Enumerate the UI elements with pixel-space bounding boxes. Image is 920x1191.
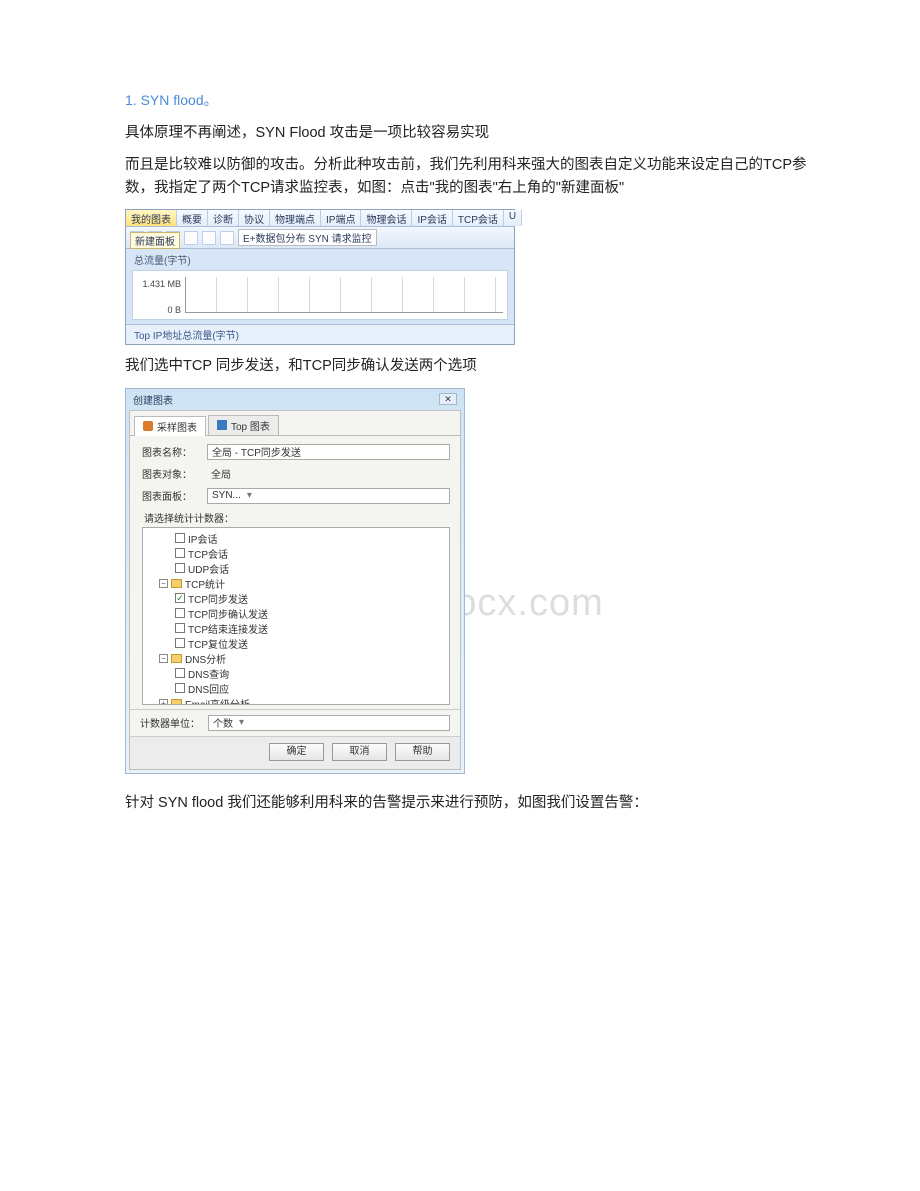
tree-item-tcp-synack[interactable]: TCP同步确认发送: [147, 606, 445, 621]
section-heading: 1. SYN flood。: [125, 90, 820, 110]
checkbox-icon[interactable]: [175, 623, 185, 633]
new-panel-tooltip: 新建面板: [130, 232, 180, 249]
dialog-form: 图表名称： 全局 - TCP同步发送 图表对象： 全局 图表面板： SYN...…: [130, 436, 460, 709]
checkbox-icon[interactable]: [175, 548, 185, 558]
tab-diagnosis[interactable]: 诊断: [208, 210, 239, 226]
label-panel: 图表面板：: [142, 488, 197, 503]
tab-phys-endpoint[interactable]: 物理端点: [270, 210, 321, 226]
tab-more[interactable]: U: [504, 210, 522, 226]
paragraph-4: 针对 SYN flood 我们还能够利用科来的告警提示来进行预防，如图我们设置告…: [125, 792, 820, 814]
y-axis-label: 0 B: [167, 305, 181, 315]
select-unit[interactable]: 个数: [208, 715, 450, 731]
checkbox-icon[interactable]: [175, 533, 185, 543]
chart-grid: [185, 277, 503, 313]
label-chart-name: 图表名称：: [142, 444, 197, 459]
folder-icon: [171, 579, 182, 588]
tab-my-charts[interactable]: 我的图表: [126, 210, 177, 226]
tool-icon[interactable]: [184, 231, 198, 245]
chart-footer: Top IP地址总流量(字节): [126, 324, 514, 344]
folder-icon: [171, 654, 182, 663]
tree-item-tcp-syn[interactable]: TCP同步发送: [147, 591, 445, 606]
y-axis-label: 1.431 MB: [142, 279, 181, 289]
label-unit: 计数器单位：: [140, 715, 200, 730]
tab-top-chart[interactable]: Top 图表: [208, 415, 279, 435]
tab-summary[interactable]: 概要: [177, 210, 208, 226]
checkbox-icon[interactable]: [175, 668, 185, 678]
tool-icon[interactable]: [220, 231, 234, 245]
value-target: 全局: [207, 466, 450, 482]
ok-button[interactable]: 确定: [269, 743, 324, 761]
paragraph-2: 而且是比较难以防御的攻击。分析此种攻击前，我们先利用科来强大的图表自定义功能来设…: [125, 154, 820, 199]
sample-icon: [143, 421, 153, 431]
label-target: 图表对象：: [142, 466, 197, 481]
chart-title: 总流量(字节): [126, 249, 514, 270]
tab-protocol[interactable]: 协议: [239, 210, 270, 226]
top-icon: [217, 420, 227, 430]
tree-group-tcp-stat[interactable]: −TCP统计: [147, 576, 445, 591]
dialog-tabs: 采样图表 Top 图表: [130, 411, 460, 436]
tab-sample-chart[interactable]: 采样图表: [134, 416, 206, 436]
tab-ip-session[interactable]: IP会话: [412, 210, 452, 226]
checkbox-icon[interactable]: [175, 608, 185, 618]
cancel-button[interactable]: 取消: [332, 743, 387, 761]
toolbar: E+数据包分布 SYN 请求监控: [126, 227, 514, 249]
dialog-buttons: 确定 取消 帮助: [130, 736, 460, 769]
help-button[interactable]: 帮助: [395, 743, 450, 761]
checkbox-icon[interactable]: [175, 683, 185, 693]
collapse-icon[interactable]: −: [159, 579, 168, 588]
tool-icon[interactable]: [202, 231, 216, 245]
collapse-icon[interactable]: −: [159, 654, 168, 663]
label-select-counter: 请选择统计计数器：: [144, 510, 450, 525]
folder-icon: [171, 699, 182, 705]
tree-item[interactable]: TCP会话: [147, 546, 445, 561]
paragraph-1: 具体原理不再阐述，SYN Flood 攻击是一项比较容易实现: [125, 122, 820, 144]
tree-group-dns[interactable]: −DNS分析: [147, 651, 445, 666]
close-icon[interactable]: ✕: [439, 393, 457, 405]
checkbox-icon[interactable]: [175, 638, 185, 648]
tree-item-tcp-rst[interactable]: TCP复位发送: [147, 636, 445, 651]
tree-item[interactable]: IP会话: [147, 531, 445, 546]
select-panel[interactable]: SYN...: [207, 488, 450, 504]
tab-phys-session[interactable]: 物理会话: [361, 210, 412, 226]
tree-item-dns-query[interactable]: DNS查询: [147, 666, 445, 681]
screenshot-chart-panel: 我的图表 概要 诊断 协议 物理端点 IP端点 物理会话 IP会话 TCP会话 …: [125, 209, 515, 345]
tree-item[interactable]: UDP会话: [147, 561, 445, 576]
expand-icon[interactable]: +: [159, 699, 168, 705]
tree-group-email[interactable]: +Email高级分析: [147, 696, 445, 705]
dialog-title: 创建图表: [133, 392, 173, 407]
tab-ip-endpoint[interactable]: IP端点: [321, 210, 361, 226]
tab-bar: 我的图表 概要 诊断 协议 物理端点 IP端点 物理会话 IP会话 TCP会话 …: [126, 210, 514, 227]
toolbar-label: E+数据包分布 SYN 请求监控: [238, 229, 377, 246]
checkbox-icon[interactable]: [175, 563, 185, 573]
screenshot-create-chart-dialog: 创建图表 ✕ 采样图表 Top 图表 图表名称： 全局 - TCP同步发送 图表…: [125, 388, 465, 774]
tab-tcp-session[interactable]: TCP会话: [453, 210, 504, 226]
input-chart-name[interactable]: 全局 - TCP同步发送: [207, 444, 450, 460]
line-chart: 1.431 MB 0 B: [132, 270, 508, 320]
tree-item-tcp-fin[interactable]: TCP结束连接发送: [147, 621, 445, 636]
counter-tree[interactable]: IP会话 TCP会话 UDP会话 −TCP统计 TCP同步发送 TCP同步确认发…: [142, 527, 450, 705]
unit-row: 计数器单位： 个数: [130, 709, 460, 736]
paragraph-3: 我们选中TCP 同步发送，和TCP同步确认发送两个选项: [125, 355, 820, 377]
checkbox-icon[interactable]: [175, 593, 185, 603]
tree-item-dns-resp[interactable]: DNS回应: [147, 681, 445, 696]
